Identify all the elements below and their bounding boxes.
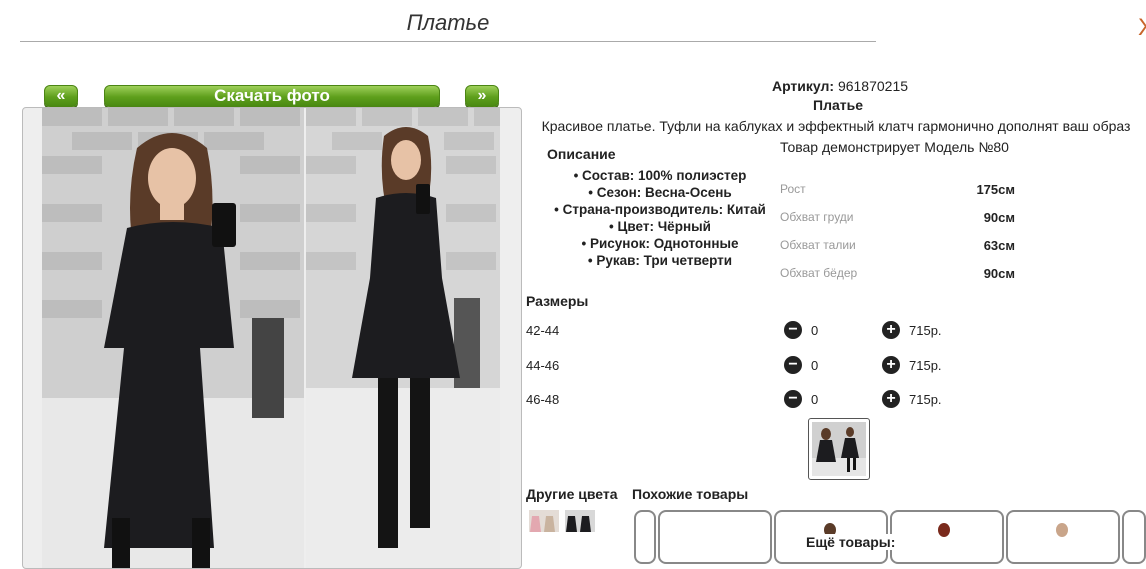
spec-item: Цвет: Чёрный: [535, 218, 785, 235]
size-label: 42-44: [526, 323, 560, 338]
similar-product-image: [938, 523, 950, 537]
measurement-label-chest: Обхват груди: [780, 210, 854, 224]
size-price: 715р.: [909, 323, 942, 338]
plus-circle-icon[interactable]: +: [882, 356, 900, 374]
plus-circle-icon[interactable]: +: [882, 321, 900, 339]
quantity-value: 0: [811, 358, 819, 373]
article-label: Артикул:: [771, 78, 835, 94]
minus-circle-icon[interactable]: −: [784, 390, 802, 408]
minus-circle-icon[interactable]: −: [784, 356, 802, 374]
similar-product-card[interactable]: [890, 510, 1004, 564]
next-photo-button[interactable]: »: [465, 85, 499, 107]
similar-product-card[interactable]: [634, 510, 656, 564]
quantity-value: 0: [811, 392, 819, 407]
size-label: 44-46: [526, 358, 560, 373]
quantity-value: 0: [811, 323, 819, 338]
color-variant-thumbnail[interactable]: [529, 510, 559, 532]
spec-item: Рукав: Три четверти: [535, 252, 785, 269]
measurement-value-height: 175см: [976, 182, 1015, 197]
spec-item: Страна-производитель: Китай: [535, 201, 785, 218]
size-row: 46-48 − 0 + 715р.: [526, 390, 946, 412]
similar-product-card[interactable]: [1006, 510, 1120, 564]
measurement-value-hips: 90см: [983, 266, 1015, 281]
size-label: 46-48: [526, 392, 560, 407]
photo-model-right: [306, 108, 500, 568]
model-note: Товар демонстрирует Модель №80: [780, 139, 1009, 155]
sizes-heading: Размеры: [526, 293, 589, 309]
more-goods-label[interactable]: Ещё товары:: [802, 534, 900, 550]
spec-item: Сезон: Весна-Осень: [535, 184, 785, 201]
title-divider: [20, 41, 876, 42]
spec-item: Состав: 100% полиэстер: [535, 167, 785, 184]
measurement-label-height: Рост: [780, 182, 806, 196]
page-title: Платье: [406, 10, 490, 35]
measurement-value-chest: 90см: [983, 210, 1015, 225]
prev-photo-button[interactable]: «: [44, 85, 78, 107]
size-row: 44-46 − 0 + 715р.: [526, 356, 946, 378]
plus-circle-icon[interactable]: +: [882, 390, 900, 408]
size-price: 715р.: [909, 358, 942, 373]
color-variant-thumbnail[interactable]: [565, 510, 595, 532]
spec-item: Рисунок: Однотонные: [535, 235, 785, 252]
minus-circle-icon[interactable]: −: [784, 321, 802, 339]
similar-product-card[interactable]: [658, 510, 772, 564]
measurement-label-waist: Обхват талии: [780, 238, 856, 252]
photo-thumbnail[interactable]: [808, 418, 870, 480]
measurement-value-waist: 63см: [983, 238, 1015, 253]
thumbnail-image: [812, 422, 866, 476]
similar-product-image: [1056, 523, 1068, 537]
similar-products-heading: Похожие товары: [632, 486, 749, 502]
article-value: 961870215: [837, 78, 909, 94]
similar-product-card[interactable]: [1122, 510, 1146, 564]
download-photo-button[interactable]: Скачать фото: [104, 85, 440, 107]
color-variant-image: [529, 510, 559, 532]
size-price: 715р.: [909, 392, 942, 407]
product-photo[interactable]: [22, 107, 522, 569]
product-description: Красивое платье. Туфли на каблуках и эфф…: [541, 118, 1131, 134]
article-number: Артикул: 961870215: [700, 78, 980, 94]
description-heading: Описание: [547, 146, 616, 162]
photo-model-left: [42, 108, 304, 568]
spec-list: Состав: 100% полиэстер Сезон: Весна-Осен…: [535, 167, 785, 269]
measurement-label-hips: Обхват бёдер: [780, 266, 858, 280]
other-colors-heading: Другие цвета: [526, 486, 618, 502]
close-icon[interactable]: Х: [1138, 14, 1146, 42]
size-row: 42-44 − 0 + 715р.: [526, 321, 946, 343]
color-variant-image: [565, 510, 595, 532]
product-name: Платье: [813, 97, 863, 113]
